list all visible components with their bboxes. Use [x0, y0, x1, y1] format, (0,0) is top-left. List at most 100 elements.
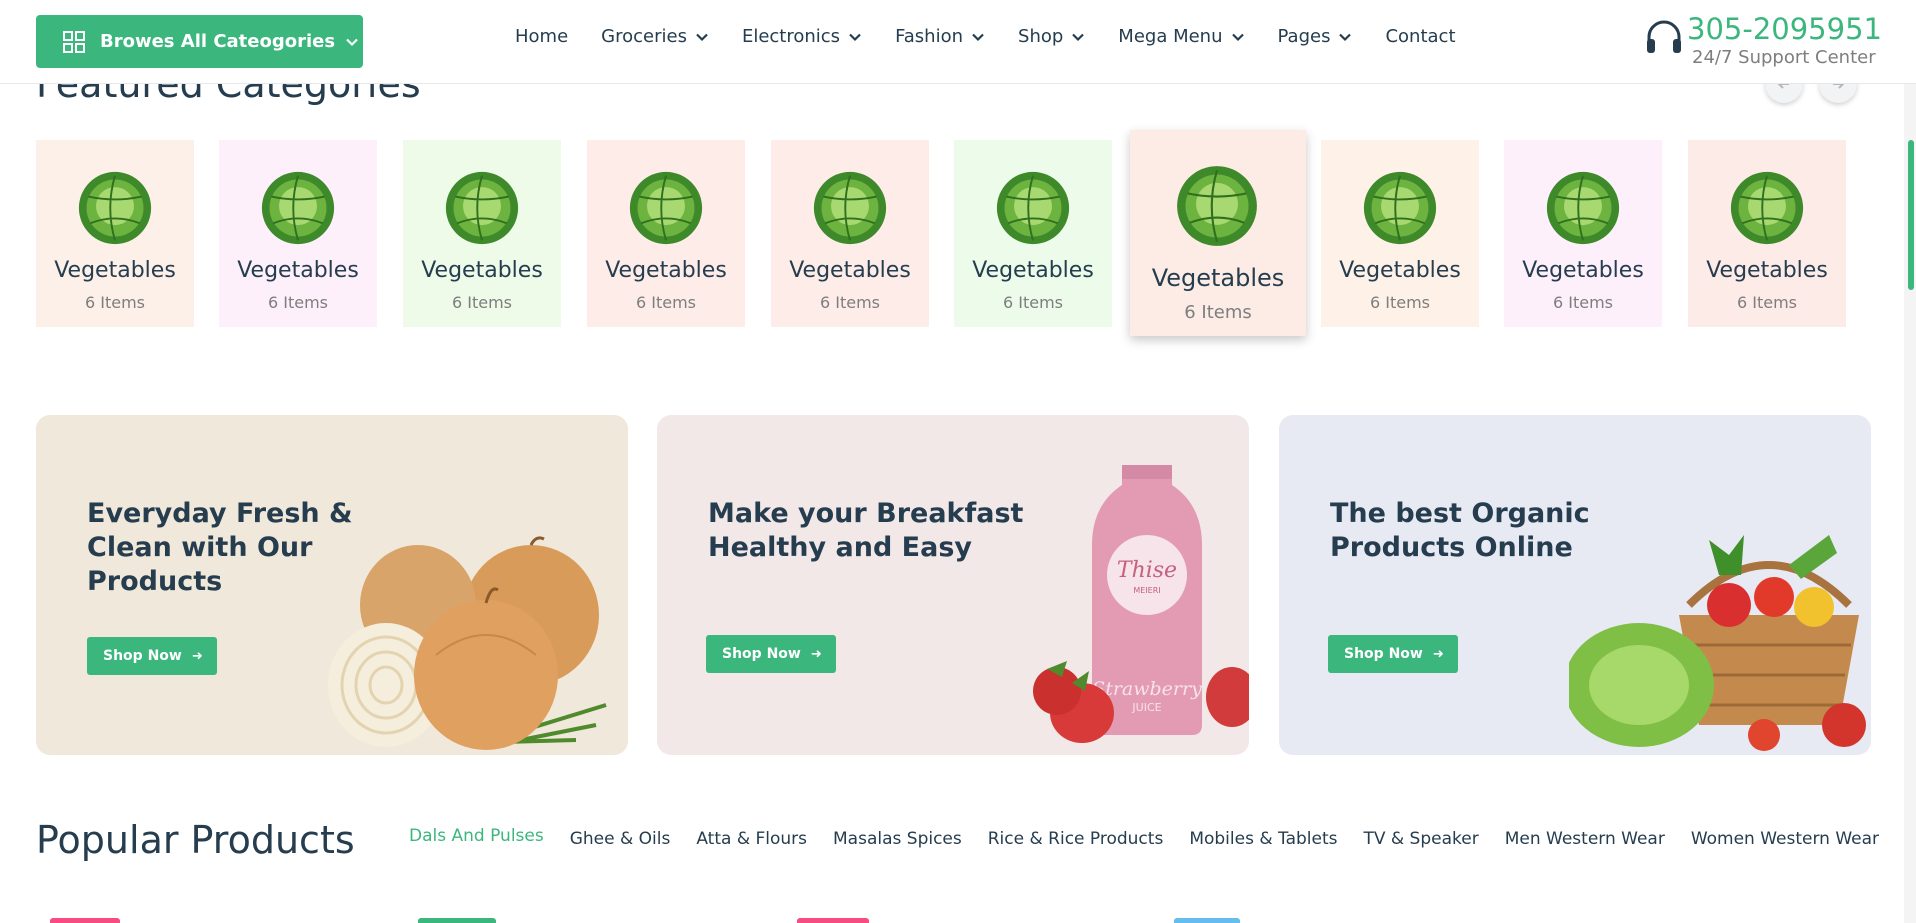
tab-women-western-wear[interactable]: Women Western Wear — [1691, 829, 1879, 849]
banner-fresh[interactable]: Everyday Fresh & Clean with Our Products… — [36, 415, 628, 755]
page-scrollbar[interactable] — [1904, 0, 1916, 923]
shop-now-button[interactable]: Shop Now ➜ — [706, 635, 836, 673]
category-card[interactable]: Vegetables 6 Items — [587, 140, 745, 327]
chevron-down-icon — [972, 33, 984, 41]
nav-item-label: Mega Menu — [1118, 26, 1223, 47]
banner-breakfast[interactable]: Make your Breakfast Healthy and Easy Sho… — [657, 415, 1249, 755]
shop-now-label: Shop Now — [722, 646, 801, 662]
banner-title: Everyday Fresh & Clean with Our Products — [87, 498, 353, 597]
browse-categories-label: Browes All Cateogories — [100, 31, 336, 52]
cabbage-image — [1177, 166, 1257, 246]
shop-now-button[interactable]: Shop Now ➜ — [1328, 635, 1458, 673]
cabbage-image — [1546, 171, 1620, 245]
category-count: 6 Items — [635, 293, 697, 312]
category-card[interactable]: Vegetables 6 Items — [954, 140, 1112, 327]
nav-item-label: Electronics — [741, 26, 841, 47]
tab-tv-speaker[interactable]: TV & Speaker — [1363, 829, 1478, 849]
chevron-down-icon — [1231, 33, 1244, 41]
cabbage-image — [813, 171, 887, 245]
juice-bottle-image: Thise MEIERI Strawberry JUICE — [1033, 465, 1249, 743]
product-badge — [418, 918, 496, 923]
tab-atta-flours[interactable]: Atta & Flours — [696, 829, 807, 849]
category-card[interactable]: Vegetables 6 Items — [403, 140, 561, 327]
product-badge — [50, 918, 120, 923]
popular-products-title: Popular Products — [36, 818, 355, 862]
scrollbar-thumb[interactable] — [1908, 140, 1914, 290]
category-card[interactable]: Vegetables 6 Items — [219, 140, 377, 327]
category-count: 6 Items — [267, 293, 329, 312]
arrow-right-icon: ➜ — [810, 646, 822, 662]
nav-item-shop[interactable]: Shop — [1018, 26, 1085, 47]
shop-now-label: Shop Now — [103, 648, 182, 664]
nav-item-home[interactable]: Home — [515, 26, 568, 47]
nav-item-label: Contact — [1385, 26, 1456, 47]
nav-item-contact[interactable]: Contact — [1385, 26, 1455, 47]
category-card[interactable]: Vegetables 6 Items — [1321, 140, 1479, 327]
nav-item-label: Home — [515, 26, 569, 47]
category-card[interactable]: Vegetables 6 Items — [771, 140, 929, 327]
banner-organic[interactable]: The best Organic Products Online Shop No… — [1279, 415, 1871, 755]
grid-icon — [63, 30, 85, 53]
category-count: 6 Items — [819, 293, 881, 312]
nav-item-label: Groceries — [601, 26, 687, 47]
nav-item-electronics[interactable]: Electronics — [742, 26, 862, 47]
category-count: 6 Items — [451, 293, 513, 312]
category-name: Vegetables — [789, 258, 911, 283]
bottle-brand: Thise — [1117, 558, 1177, 583]
cabbage-image — [629, 171, 703, 245]
tab-men-western-wear[interactable]: Men Western Wear — [1505, 829, 1665, 849]
nav-item-label: Fashion — [895, 26, 964, 47]
cabbage-image — [996, 171, 1070, 245]
bottle-sub: MEIERI — [1133, 586, 1160, 595]
arrow-right-icon: ➜ — [1432, 646, 1444, 662]
site-header: Browes All Cateogories Home Groceries Elec… — [0, 0, 1916, 84]
category-name: Vegetables — [54, 258, 176, 283]
category-count: 6 Items — [84, 293, 146, 312]
category-name: Vegetables — [1522, 258, 1644, 283]
product-badge — [1174, 918, 1240, 923]
headset-icon — [1647, 20, 1681, 53]
category-count: 6 Items — [1369, 293, 1431, 312]
banner-title: Make your Breakfast Healthy and Easy — [708, 498, 1024, 563]
cabbage-image — [261, 171, 335, 245]
tab-ghee-oils[interactable]: Ghee & Oils — [570, 829, 671, 849]
nav-item-label: Shop — [1018, 26, 1064, 47]
category-name: Vegetables — [605, 258, 727, 283]
chevron-down-icon — [1072, 33, 1085, 41]
chevron-down-icon — [346, 38, 358, 46]
tab-masalas-spices[interactable]: Masalas Spices — [833, 829, 962, 849]
category-name: Vegetables — [421, 258, 543, 283]
nav-item-label: Pages — [1277, 26, 1331, 47]
category-card[interactable]: Vegetables 6 Items — [36, 140, 194, 327]
tab-mobiles-tablets[interactable]: Mobiles & Tablets — [1189, 829, 1337, 849]
bottle-label-2: JUICE — [1131, 701, 1161, 714]
onion-image — [328, 536, 607, 750]
category-count: 6 Items — [1552, 293, 1614, 312]
category-card[interactable]: Vegetables 6 Items — [1504, 140, 1662, 327]
product-badge — [797, 918, 869, 923]
nav-item-groceries[interactable]: Groceries — [601, 26, 709, 47]
category-name: Vegetables — [1151, 264, 1285, 292]
support-text: 24/7 Support Center — [1692, 47, 1876, 68]
browse-categories-button[interactable]: Browes All Cateogories — [36, 15, 363, 68]
banner-title: The best Organic Products Online — [1330, 498, 1590, 563]
category-name: Vegetables — [1706, 258, 1828, 283]
shop-now-button[interactable]: Shop Now ➜ — [87, 637, 217, 675]
support-phone[interactable]: 305-2095951 — [1687, 12, 1882, 46]
tab-dals-and-pulses[interactable]: Dals And Pulses — [409, 826, 544, 846]
nav-item-mega-menu[interactable]: Mega Menu — [1118, 26, 1244, 47]
tab-rice-rice-products[interactable]: Rice & Rice Products — [988, 829, 1164, 849]
vegetable-basket-image — [1569, 535, 1866, 751]
category-count: 6 Items — [1736, 293, 1798, 312]
category-card[interactable]: Vegetables 6 Items — [1130, 130, 1306, 336]
cabbage-image — [445, 171, 519, 245]
category-carousel: Vegetables 6 Items Vegetables 6 Items Vegeta… — [36, 130, 1856, 340]
category-card[interactable]: Vegetables 6 Items — [1688, 140, 1846, 327]
nav-item-pages[interactable]: Pages — [1278, 26, 1353, 47]
cabbage-image — [1363, 171, 1437, 245]
nav-item-fashion[interactable]: Fashion — [895, 26, 985, 47]
shop-now-label: Shop Now — [1344, 646, 1423, 662]
arrow-right-icon: ➜ — [191, 648, 203, 664]
product-cards-peek — [0, 916, 1916, 923]
cabbage-image — [1730, 171, 1804, 245]
